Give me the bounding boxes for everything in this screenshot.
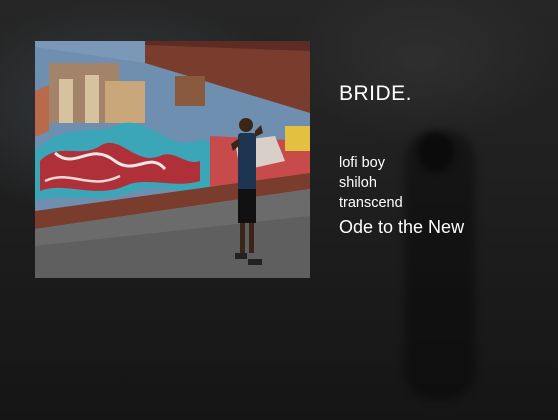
background-figure-head <box>418 132 454 172</box>
album-art <box>35 41 310 278</box>
now-playing-screen: BRIDE. lofi boy shiloh transcend Ode to … <box>0 0 558 420</box>
artist-name-secondary: shiloh <box>339 175 377 191</box>
artist-name: lofi boy <box>339 155 385 171</box>
song-name: Ode to the New <box>339 217 465 237</box>
album-name: transcend <box>339 195 403 211</box>
album-art-image <box>35 41 310 278</box>
track-title: BRIDE. <box>339 82 413 105</box>
